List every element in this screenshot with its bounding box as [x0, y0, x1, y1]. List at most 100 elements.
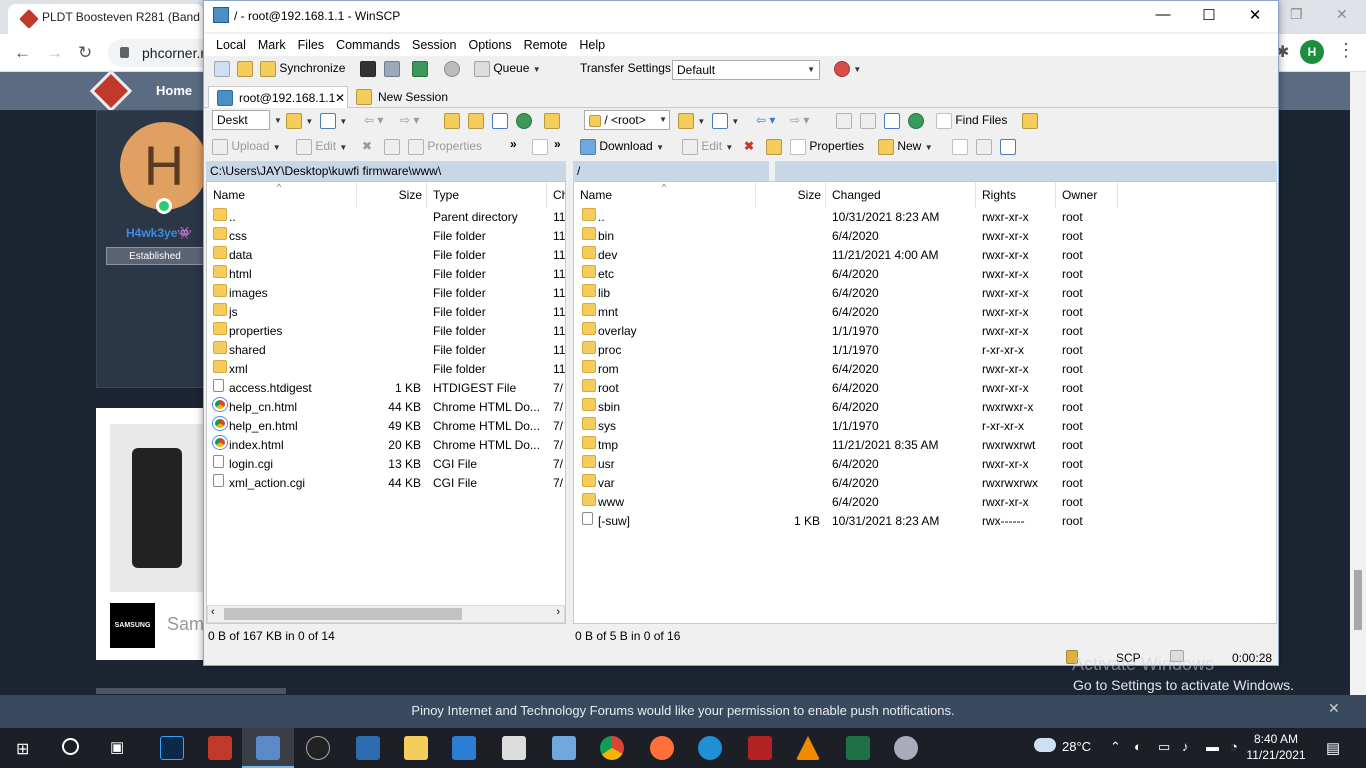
- app-globe-icon[interactable]: [894, 736, 918, 760]
- local-path-bar[interactable]: C:\Users\JAY\Desktop\kuwfi firmware\www\: [206, 161, 566, 181]
- edge-icon[interactable]: [698, 736, 722, 760]
- refresh-all-button[interactable]: [412, 58, 428, 78]
- firefox-icon[interactable]: [650, 736, 674, 760]
- local-parent-dir-button[interactable]: [444, 110, 460, 130]
- local-delete-button[interactable]: ✖: [362, 136, 372, 156]
- local-col-size[interactable]: Size: [357, 182, 427, 208]
- browser-close-icon[interactable]: ✕: [1336, 6, 1348, 23]
- battery-icon[interactable]: ▬: [1206, 739, 1219, 754]
- table-row[interactable]: tmp 11/21/2021 8:35 AM rwxrwxrwt root: [574, 436, 1276, 455]
- menu-options[interactable]: Options: [468, 34, 511, 56]
- local-file-list[interactable]: Name^ Size Type Ch ..Parent directory11c…: [206, 181, 566, 624]
- minimize-icon[interactable]: —: [1140, 6, 1186, 28]
- tray-network-icon[interactable]: ▭: [1158, 739, 1170, 755]
- local-home-button[interactable]: [492, 110, 508, 130]
- tray-chevron-icon[interactable]: ⌃: [1110, 739, 1121, 755]
- remote-forward-button[interactable]: ⇨ ▾: [790, 110, 809, 130]
- local-edit-button[interactable]: Edit ▼: [296, 136, 347, 156]
- taskbar-clock[interactable]: 8:40 AM 11/21/2021: [1245, 731, 1307, 763]
- transfer-options-button[interactable]: ▼: [834, 58, 861, 78]
- table-row[interactable]: help_cn.html 44 KB Chrome HTML Do... 7/: [207, 398, 565, 417]
- page-scrollbar[interactable]: [1350, 72, 1366, 728]
- table-row[interactable]: overlay 1/1/1970 rwxr-xr-x root: [574, 322, 1276, 341]
- remote-delete-button[interactable]: ✖: [744, 136, 754, 156]
- table-row[interactable]: proc 1/1/1970 r-xr-xr-x root: [574, 341, 1276, 360]
- table-row[interactable]: [-suw] 1 KB 10/31/2021 8:23 AM rwx------ roo…: [574, 512, 1276, 531]
- page-scrollbar-thumb[interactable]: [1354, 570, 1362, 630]
- remote-new-button[interactable]: New ▼: [878, 136, 933, 156]
- table-row[interactable]: images File folder 11: [207, 284, 565, 303]
- search-icon[interactable]: [62, 738, 79, 755]
- menu-mark[interactable]: Mark: [258, 34, 286, 56]
- table-row[interactable]: lib 6/4/2020 rwxr-xr-x root: [574, 284, 1276, 303]
- table-row[interactable]: sys 1/1/1970 r-xr-xr-x root: [574, 417, 1276, 436]
- menu-remote[interactable]: Remote: [524, 34, 568, 56]
- tab-session[interactable]: root@192.168.1.1 ✕: [208, 86, 348, 108]
- network-app-icon[interactable]: [356, 736, 380, 760]
- table-row[interactable]: dev 11/21/2021 4:00 AM rwxr-xr-x root: [574, 246, 1276, 265]
- menu-local[interactable]: Local: [216, 34, 246, 56]
- table-row[interactable]: login.cgi 13 KB CGI File 7/: [207, 455, 565, 474]
- local-col-changed[interactable]: Ch: [547, 182, 565, 208]
- table-row[interactable]: .. Parent directory 11: [207, 208, 565, 227]
- local-hscrollbar[interactable]: ‹ ›: [207, 605, 565, 623]
- table-row[interactable]: www 6/4/2020 rwxr-xr-x root: [574, 493, 1276, 512]
- table-row[interactable]: mnt 6/4/2020 rwxr-xr-x root: [574, 303, 1276, 322]
- back-icon[interactable]: ←: [14, 43, 31, 63]
- push-notification-bar[interactable]: Pinoy Internet and Technology Forums wou…: [0, 695, 1366, 728]
- download-button[interactable]: Download ▼: [580, 136, 664, 156]
- forward-icon[interactable]: →: [46, 43, 63, 63]
- table-row[interactable]: usr 6/4/2020 rwxr-xr-x root: [574, 455, 1276, 474]
- remote-back-button[interactable]: ⇦ ▾: [756, 110, 775, 130]
- local-tree-button[interactable]: [544, 110, 560, 130]
- excel-icon[interactable]: [846, 736, 870, 760]
- tray-camera-icon[interactable]: ◐: [1134, 739, 1142, 754]
- table-row[interactable]: etc 6/4/2020 rwxr-xr-x root: [574, 265, 1276, 284]
- table-row[interactable]: root 6/4/2020 rwxr-xr-x root: [574, 379, 1276, 398]
- wifi-icon[interactable]: ◔: [1230, 739, 1238, 754]
- tab-new-session[interactable]: New Session: [348, 86, 454, 108]
- photoshop-icon[interactable]: [160, 736, 184, 760]
- local-drive-dropdown-icon[interactable]: ▼: [274, 116, 282, 125]
- browser-menu-icon[interactable]: ⋮: [1337, 40, 1355, 61]
- remote-home-button[interactable]: [884, 110, 900, 130]
- remote-properties-button[interactable]: Properties: [790, 136, 864, 156]
- table-row[interactable]: html File folder 11: [207, 265, 565, 284]
- remote-edit-button[interactable]: Edit ▼: [682, 136, 733, 156]
- table-row[interactable]: help_en.html 49 KB Chrome HTML Do... 7/: [207, 417, 565, 436]
- putty-button[interactable]: [384, 58, 400, 78]
- app-screenshot-icon[interactable]: [208, 736, 232, 760]
- remote-col-name[interactable]: Name ^: [574, 182, 756, 208]
- local-more2-icon[interactable]: »: [554, 134, 561, 154]
- transfer-settings-select[interactable]: Default ▼: [672, 60, 820, 80]
- local-col-name[interactable]: Name ^: [207, 182, 357, 208]
- ad-phone-image[interactable]: [110, 424, 206, 592]
- remote-col-size[interactable]: Size: [756, 182, 826, 208]
- remote-refresh-button[interactable]: [908, 110, 924, 130]
- local-rename-button[interactable]: [384, 136, 400, 156]
- table-row[interactable]: shared File folder 11: [207, 341, 565, 360]
- scroll-right-icon[interactable]: ›: [556, 606, 560, 618]
- local-forward-button[interactable]: ⇨ ▾: [400, 110, 419, 130]
- notification-center-icon[interactable]: ▤: [1326, 739, 1340, 757]
- table-row[interactable]: rom 6/4/2020 rwxr-xr-x root: [574, 360, 1276, 379]
- close-icon[interactable]: ✕: [1232, 6, 1278, 28]
- file-explorer-icon[interactable]: [404, 736, 428, 760]
- remote-dir-select[interactable]: / <root> ▼: [584, 110, 670, 130]
- find-files-button[interactable]: Find Files: [936, 110, 1007, 130]
- table-row[interactable]: index.html 20 KB Chrome HTML Do... 7/: [207, 436, 565, 455]
- maximize-icon[interactable]: ☐: [1186, 6, 1232, 28]
- local-new-button[interactable]: [532, 136, 548, 156]
- menu-commands[interactable]: Commands: [336, 34, 400, 56]
- winscp-taskbar-icon[interactable]: [256, 736, 280, 760]
- menu-files[interactable]: Files: [298, 34, 324, 56]
- console-button[interactable]: [360, 58, 376, 78]
- upload-button[interactable]: Upload ▼: [212, 136, 281, 156]
- queue-button[interactable]: Queue ▼: [474, 58, 541, 78]
- table-row[interactable]: xml File folder 11: [207, 360, 565, 379]
- profile-avatar[interactable]: H: [120, 122, 208, 210]
- table-row[interactable]: xml_action.cgi 44 KB CGI File 7/: [207, 474, 565, 493]
- weather-cloud-icon[interactable]: [1034, 738, 1056, 752]
- remote-col-owner[interactable]: Owner: [1056, 182, 1118, 208]
- scroll-left-icon[interactable]: ‹: [211, 606, 215, 618]
